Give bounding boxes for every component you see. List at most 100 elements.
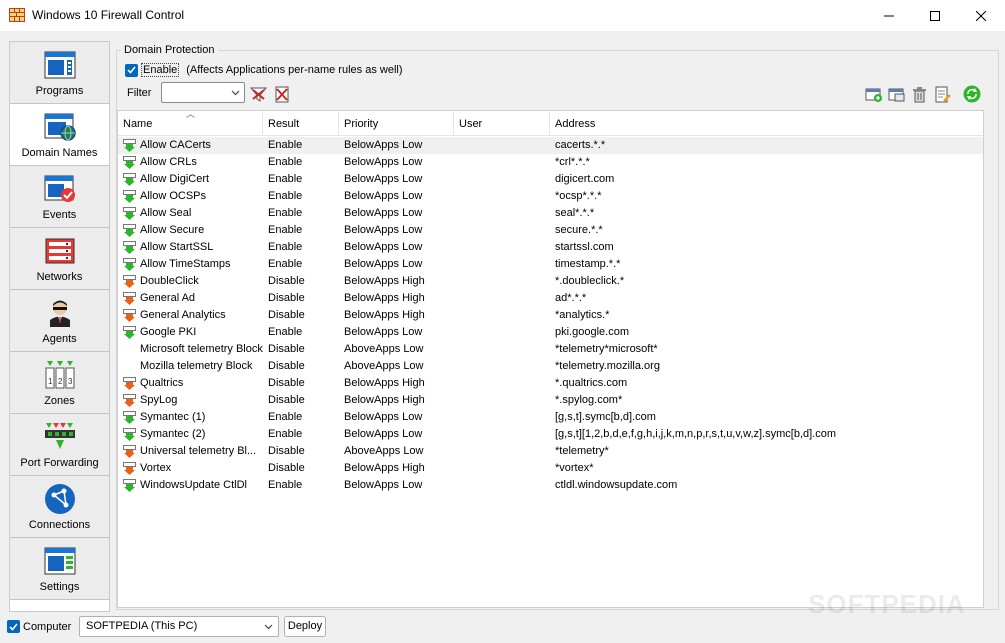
table-row[interactable]: Allow Seal Enable BelowApps Low seal*.*.* (118, 205, 983, 222)
cell-priority: AboveApps Low (344, 343, 424, 355)
enable-hint: (Affects Applications per-name rules as … (186, 64, 403, 76)
allow-arrow-icon (123, 207, 136, 220)
sidebar-item-connections[interactable]: Connections (10, 476, 109, 538)
column-header-name[interactable]: ︿ Name (118, 110, 263, 136)
cell-address: *.doubleclick.* (555, 275, 625, 287)
sidebar-item-label: Port Forwarding (20, 457, 99, 469)
sidebar-item-settings[interactable]: Settings (10, 538, 109, 600)
cell-priority: BelowApps Low (344, 207, 423, 219)
filter-funnel-icon (249, 87, 267, 102)
table-row[interactable]: WindowsUpdate CtlDl Enable BelowApps Low ct… (118, 477, 983, 494)
table-row[interactable]: Mozilla telemetry Block Disable AboveApps … (118, 358, 983, 375)
maximize-icon (930, 10, 940, 21)
cell-user (459, 443, 549, 460)
table-row[interactable]: SpyLog Disable BelowApps High *.spylog.com* (118, 392, 983, 409)
cell-priority: BelowApps Low (344, 428, 423, 440)
cell-address: [g,s,t].symc[b,d].com (555, 411, 656, 423)
cell-name: WindowsUpdate CtlDl (140, 479, 247, 491)
allow-arrow-icon (123, 139, 136, 152)
table-row[interactable]: Allow CACerts Enable BelowApps Low cacerts.… (118, 137, 983, 154)
table-row[interactable]: General Ad Disable BelowApps High ad*.*.* (118, 290, 983, 307)
computer-checkbox[interactable] (7, 620, 20, 633)
cell-name: Allow TimeStamps (140, 258, 231, 270)
sidebar-item-zones[interactable]: 123 Zones (10, 352, 109, 414)
table-row[interactable]: Allow StartSSL Enable BelowApps Low startss… (118, 239, 983, 256)
sidebar-item-networks[interactable]: Networks (10, 228, 109, 290)
svg-text:1: 1 (48, 377, 53, 386)
table-header: ︿ Name Result Priority User Address (118, 110, 983, 136)
allow-arrow-icon (123, 241, 136, 254)
apply-filter-button[interactable] (249, 85, 267, 103)
group-title: Domain Protection (121, 44, 218, 56)
cell-address: secure.*.* (555, 224, 603, 236)
cell-priority: BelowApps High (344, 462, 425, 474)
edit-rule-button[interactable] (887, 85, 905, 103)
trash-icon (912, 86, 926, 102)
sidebar-item-label: Events (42, 209, 77, 221)
column-header-address[interactable]: Address (550, 111, 983, 136)
refresh-button[interactable] (963, 85, 981, 103)
deploy-button[interactable]: Deploy (284, 616, 326, 637)
table-row[interactable]: Google PKI Enable BelowApps Low pki.google.… (118, 324, 983, 341)
enable-label[interactable]: Enable (141, 63, 180, 77)
cell-priority: BelowApps High (344, 309, 425, 321)
table-row[interactable]: Vortex Disable BelowApps High *vortex* (118, 460, 983, 477)
cell-user (459, 154, 549, 171)
table-row[interactable]: Universal telemetry Bl... Disable AboveApp… (118, 443, 983, 460)
column-header-user[interactable]: User (454, 111, 550, 136)
computer-select[interactable]: SOFTPEDIA (This PC) (79, 616, 279, 637)
table-row[interactable]: Qualtrics Disable BelowApps High *.qualtric… (118, 375, 983, 392)
cell-priority: BelowApps High (344, 394, 425, 406)
chevron-down-icon (264, 624, 273, 630)
sidebar-item-programs[interactable]: Programs (10, 42, 109, 104)
table-row[interactable]: Symantec (1) Enable BelowApps Low [g,s,t].s… (118, 409, 983, 426)
cell-result: Disable (268, 394, 305, 406)
title-bar[interactable]: Windows 10 Firewall Control (0, 0, 1005, 31)
add-rule-button[interactable] (864, 85, 882, 103)
cell-user (459, 256, 549, 273)
domain-rules-table[interactable]: ︿ Name Result Priority User Address Allo… (117, 110, 984, 608)
minimize-button[interactable] (866, 0, 912, 31)
cell-address: [g,s,t][1,2,b,d,e,f,g,h,i,j,k,m,n,p,r,s,… (555, 428, 837, 440)
cell-address: *telemetry* (555, 445, 609, 457)
sidebar-item-domain-names[interactable]: Domain Names (10, 104, 109, 166)
sidebar-item-events[interactable]: Events (10, 166, 109, 228)
filter-combobox[interactable] (161, 82, 245, 103)
table-row[interactable]: Microsoft telemetry Block Disable AboveApp… (118, 341, 983, 358)
table-row[interactable]: DoubleClick Disable BelowApps High *.double… (118, 273, 983, 290)
sidebar-item-port-forwarding[interactable]: Port Forwarding (10, 414, 109, 476)
firewall-app-icon (9, 8, 25, 22)
allow-arrow-icon (123, 258, 136, 271)
cell-name: Allow OCSPs (140, 190, 207, 202)
cell-user (459, 409, 549, 426)
cell-priority: BelowApps Low (344, 411, 423, 423)
cell-user (459, 375, 549, 392)
cell-name: Allow Secure (140, 224, 205, 236)
add-rule-icon (865, 88, 882, 102)
clear-filter-button[interactable] (272, 85, 290, 103)
cell-result: Disable (268, 377, 305, 389)
cell-user (459, 477, 549, 494)
table-row[interactable]: Allow CRLs Enable BelowApps Low *crl*.*.* (118, 154, 983, 171)
close-button[interactable] (958, 0, 1004, 31)
enable-checkbox[interactable] (125, 63, 138, 77)
sidebar: Programs Domain Names Events Networks Ag… (9, 41, 110, 612)
table-row[interactable]: Allow OCSPs Enable BelowApps Low *ocsp*.*.* (118, 188, 983, 205)
table-row[interactable]: Allow TimeStamps Enable BelowApps Low times… (118, 256, 983, 273)
close-icon (976, 10, 986, 21)
cell-address: cacerts.*.* (555, 139, 606, 151)
export-rules-button[interactable] (933, 85, 951, 103)
maximize-button[interactable] (912, 0, 958, 31)
cell-address: *telemetry.mozilla.org (555, 360, 660, 372)
column-header-priority[interactable]: Priority (339, 111, 454, 136)
table-row[interactable]: Allow DigiCert Enable BelowApps Low digicer… (118, 171, 983, 188)
sidebar-item-agents[interactable]: Agents (10, 290, 109, 352)
table-row[interactable]: Symantec (2) Enable BelowApps Low [g,s,t][1… (118, 426, 983, 443)
table-row[interactable]: General Analytics Disable BelowApps High *a… (118, 307, 983, 324)
delete-rule-button[interactable] (910, 85, 928, 103)
cell-address: *vortex* (555, 462, 594, 474)
cell-address: ad*.*.* (555, 292, 587, 304)
column-header-result[interactable]: Result (263, 111, 339, 136)
table-row[interactable]: Allow Secure Enable BelowApps Low secure.*.… (118, 222, 983, 239)
cell-user (459, 171, 549, 188)
